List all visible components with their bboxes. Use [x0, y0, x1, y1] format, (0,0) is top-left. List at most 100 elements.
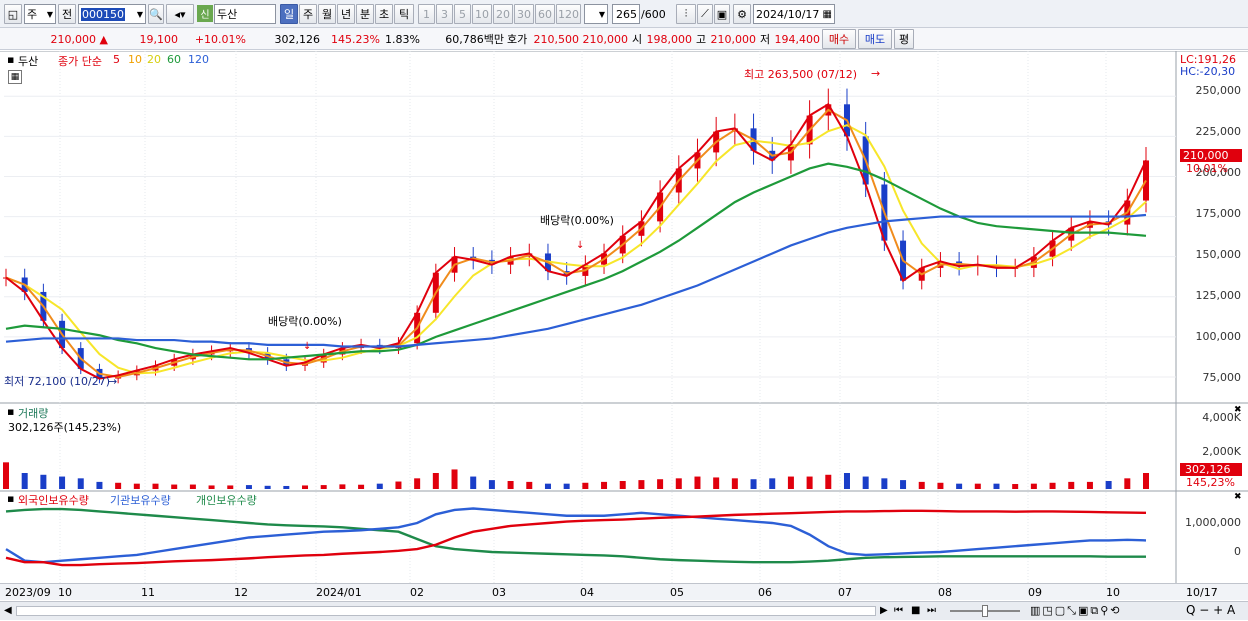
- volume-bar: [843, 473, 850, 489]
- draw-tool-icon[interactable]: ⟋: [697, 4, 713, 24]
- volume-bar: [806, 476, 813, 489]
- interval-custom-select[interactable]: ▼: [584, 4, 608, 24]
- save-icon[interactable]: ▣: [714, 4, 730, 24]
- tab-tick[interactable]: 틱: [394, 4, 414, 24]
- interval-20[interactable]: 20: [493, 4, 513, 24]
- interval-3[interactable]: 3: [436, 4, 453, 24]
- tab-week[interactable]: 주: [299, 4, 317, 24]
- chart-tool-icons[interactable]: ▥◳▢⤡▣⧉⚲⟲: [1030, 604, 1122, 618]
- market-select[interactable]: 주 ▼: [24, 4, 56, 24]
- bottom-controls: ◀ ▶ ⏮ ■ ⏭ ▥◳▢⤡▣⧉⚲⟲ Q − + A: [0, 601, 1248, 620]
- chart-canvas[interactable]: →↓↓→: [0, 51, 1248, 621]
- price-tick: 100,000: [1195, 330, 1242, 343]
- x-tick: 2024/01: [316, 586, 362, 599]
- volume-bar: [264, 485, 271, 489]
- interval-1[interactable]: 1: [418, 4, 435, 24]
- ma20-label: 20: [147, 53, 161, 66]
- buy-button[interactable]: 매수: [822, 29, 856, 49]
- volume-bar: [619, 481, 626, 489]
- price-change-rate: +10.01%: [194, 32, 246, 46]
- pane-menu-icon[interactable]: ▪: [7, 492, 14, 505]
- volume-bar: [582, 482, 589, 489]
- price-tag-rate: 10.01%: [1186, 162, 1228, 175]
- ask-label: 호가: [507, 33, 528, 46]
- volume-rate: 145.23%: [331, 32, 380, 46]
- volume-bar: [208, 485, 215, 489]
- volume-bar: [432, 473, 439, 489]
- volume-bar: [302, 485, 309, 489]
- volume-bar: [283, 485, 290, 489]
- count-input[interactable]: 265: [612, 4, 640, 24]
- sell-button[interactable]: 매도: [858, 29, 892, 49]
- flat-button[interactable]: 평: [894, 29, 914, 49]
- pane-menu-icon[interactable]: ▪: [7, 53, 14, 66]
- tab-month[interactable]: 월: [318, 4, 336, 24]
- fast-forward-icon[interactable]: ⏭: [927, 605, 936, 616]
- scroll-right-icon[interactable]: ▶: [880, 605, 888, 616]
- volume-bar: [227, 485, 234, 489]
- price-tick: 125,000: [1195, 289, 1242, 302]
- ma60-label: 60: [167, 53, 181, 66]
- interval-10[interactable]: 10: [472, 4, 492, 24]
- x-tick: 02: [410, 586, 424, 599]
- price-tick: 250,000: [1195, 84, 1242, 97]
- interval-5[interactable]: 5: [454, 4, 471, 24]
- code-input[interactable]: 000150 ▼: [78, 4, 146, 24]
- volume-bar: [1105, 481, 1112, 489]
- volume-bar: [544, 483, 551, 489]
- interval-120[interactable]: 120: [556, 4, 581, 24]
- individual-holding-label: 개인보유수량: [196, 494, 257, 507]
- volume-bar: [750, 479, 757, 489]
- stop-icon[interactable]: ■: [911, 605, 920, 616]
- search-icon[interactable]: 🔍: [148, 4, 164, 24]
- ma60-line: [5, 162, 1147, 361]
- zoom-controls-icon[interactable]: Q − + A: [1186, 603, 1235, 617]
- low-label: 저: [760, 33, 771, 46]
- ask-price: 210,500: [533, 32, 580, 46]
- ma120-label: 120: [188, 53, 209, 66]
- new-badge: 신: [197, 5, 213, 22]
- open-price: 198,000: [646, 32, 693, 46]
- volume-bar: [133, 483, 140, 489]
- dividend-arrow-icon: ↓: [576, 240, 584, 251]
- volume-bar: [1124, 478, 1131, 489]
- tab-day[interactable]: 일: [280, 4, 298, 24]
- x-tick: 10: [58, 586, 72, 599]
- volume-value: 302,126: [274, 32, 321, 46]
- volume-tag-rate: 145,23%: [1186, 476, 1235, 489]
- scope-button[interactable]: 전: [58, 4, 76, 24]
- volume-bar: [376, 483, 383, 489]
- volume-bar: [731, 478, 738, 489]
- volume-bar: [358, 484, 365, 489]
- gear-icon[interactable]: ⚙: [733, 4, 751, 24]
- scroll-left-icon[interactable]: ◀: [4, 605, 12, 616]
- volume-tick: 2,000K: [1202, 445, 1241, 458]
- speaker-icon[interactable]: ◂▾: [166, 4, 194, 24]
- interval-60[interactable]: 60: [535, 4, 555, 24]
- window-menu-icon[interactable]: ◱: [4, 4, 22, 24]
- zoom-slider-handle[interactable]: [982, 605, 988, 617]
- tab-second[interactable]: 초: [375, 4, 393, 24]
- ma120-line: [5, 213, 1147, 348]
- volume-bar: [1086, 481, 1093, 489]
- candle-type-icon[interactable]: ⫶: [676, 4, 696, 24]
- tab-minute[interactable]: 분: [356, 4, 374, 24]
- grid-table-icon[interactable]: ▦: [8, 70, 22, 84]
- scrollbar-track[interactable]: [16, 606, 876, 616]
- volume-bar: [825, 474, 832, 489]
- price-tag: 210,000: [1180, 149, 1242, 162]
- tab-year[interactable]: 년: [337, 4, 355, 24]
- volume-bar: [1143, 473, 1149, 489]
- rewind-icon[interactable]: ⏮: [894, 605, 903, 616]
- date-input[interactable]: 2024/10/17 ▦: [753, 4, 835, 24]
- ma10-label: 10: [128, 53, 142, 66]
- dividend-arrow-icon: ↓: [303, 341, 311, 352]
- x-tick: 11: [141, 586, 155, 599]
- up-arrow-icon: ▲: [96, 32, 108, 46]
- volume-bar: [339, 484, 346, 489]
- pane-menu-icon[interactable]: ▪: [7, 405, 14, 418]
- price-axis: 250,000 225,000 200,000 175,000 150,000 …: [1177, 51, 1248, 401]
- volume-bar: [675, 478, 682, 489]
- volume-bar: [638, 480, 645, 489]
- interval-30[interactable]: 30: [514, 4, 534, 24]
